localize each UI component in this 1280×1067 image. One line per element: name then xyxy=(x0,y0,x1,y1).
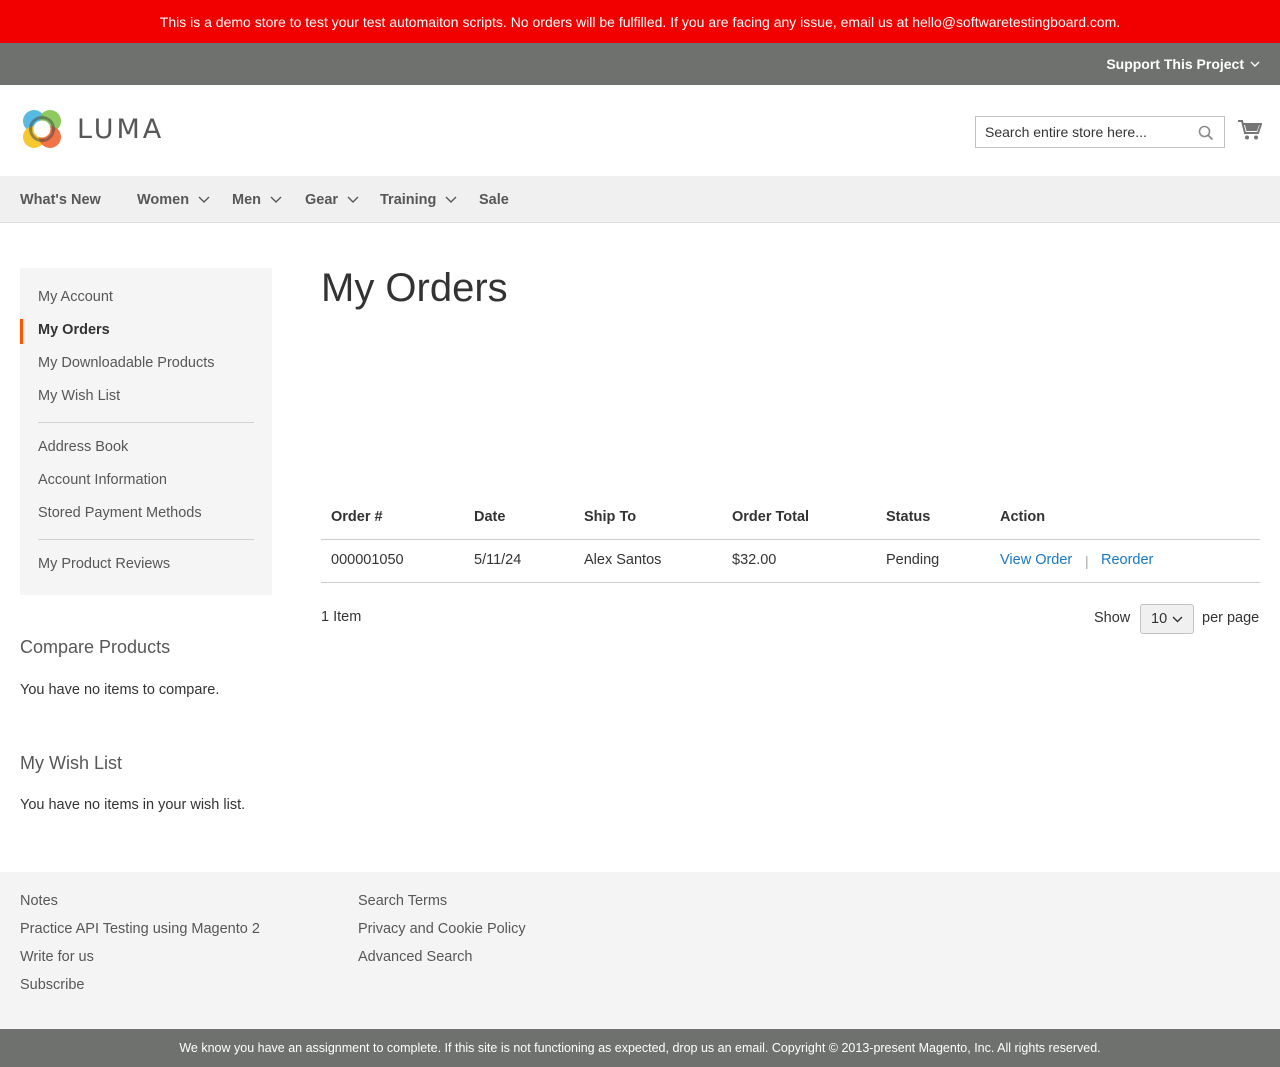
chevron-down-icon xyxy=(1250,61,1260,67)
column-header-order-total: Order Total xyxy=(732,509,810,525)
sidebar-item-product-reviews[interactable]: My Product Reviews xyxy=(38,556,170,572)
chevron-down-icon xyxy=(347,196,359,203)
toolbar-amount: 1 Item xyxy=(321,609,362,625)
sidebar-item-address-book[interactable]: Address Book xyxy=(38,439,128,455)
sidebar-item-my-account[interactable]: My Account xyxy=(38,289,113,305)
chevron-down-icon xyxy=(445,196,457,203)
footer: Notes Practice API Testing using Magento… xyxy=(0,872,1280,1029)
nav-item-label: Women xyxy=(137,191,190,208)
column-header-status: Status xyxy=(886,509,931,525)
search-icon[interactable] xyxy=(1198,125,1214,141)
footer-link-advanced-search[interactable]: Advanced Search xyxy=(358,949,472,965)
nav-item-label: Men xyxy=(232,191,261,208)
compare-empty-text: You have no items to compare. xyxy=(20,682,220,698)
logo-icon xyxy=(23,110,61,148)
action-separator: | xyxy=(1085,553,1089,569)
per-page-value: 10 xyxy=(1151,611,1168,627)
per-page-select[interactable]: 10 xyxy=(1140,604,1194,634)
cell-order-total: $32.00 xyxy=(732,552,777,568)
chevron-down-icon xyxy=(198,196,210,203)
sidebar-item-account-information[interactable]: Account Information xyxy=(38,472,167,488)
nav-item-label: What's New xyxy=(20,191,101,208)
footer-link-notes[interactable]: Notes xyxy=(20,893,58,909)
column-header-order: Order # xyxy=(331,509,383,525)
logo-text: LUMA xyxy=(77,113,165,145)
table-header-divider xyxy=(321,539,1260,540)
account-sidebar: My Account My Orders My Downloadable Pro… xyxy=(20,268,272,595)
wishlist-title: My Wish List xyxy=(20,753,123,773)
wishlist-empty-text: You have no items in your wish list. xyxy=(20,797,246,813)
sidebar-item-stored-payment-methods[interactable]: Stored Payment Methods xyxy=(38,505,202,521)
demo-banner: This is a demo store to test your test a… xyxy=(0,0,1280,43)
sidebar-item-wish-list[interactable]: My Wish List xyxy=(38,388,120,404)
nav-gear[interactable]: Gear xyxy=(305,176,359,223)
luma-logo[interactable]: LUMA xyxy=(20,106,164,152)
nav-training[interactable]: Training xyxy=(380,176,457,223)
view-order-link[interactable]: View Order xyxy=(1000,552,1072,568)
sidebar-divider xyxy=(38,422,254,423)
cell-status: Pending xyxy=(886,552,940,568)
main-nav: What's New Women Men Gear Training Sale xyxy=(0,176,1280,223)
sidebar-item-downloadable-products[interactable]: My Downloadable Products xyxy=(38,355,215,371)
sidebar-divider xyxy=(38,539,254,540)
table-row-divider xyxy=(321,582,1260,583)
chevron-down-icon xyxy=(270,196,282,203)
nav-item-label: Gear xyxy=(305,191,339,208)
footer-link-api-testing[interactable]: Practice API Testing using Magento 2 xyxy=(20,921,260,937)
search-box xyxy=(975,116,1225,148)
footer-link-subscribe[interactable]: Subscribe xyxy=(20,977,84,993)
footer-link-privacy-policy[interactable]: Privacy and Cookie Policy xyxy=(358,921,526,937)
reorder-link[interactable]: Reorder xyxy=(1101,552,1153,568)
nav-sale[interactable]: Sale xyxy=(479,176,509,223)
compare-products-title: Compare Products xyxy=(20,637,171,657)
chevron-down-icon xyxy=(1172,616,1183,623)
nav-men[interactable]: Men xyxy=(232,176,282,223)
active-indicator xyxy=(20,319,23,344)
footer-link-search-terms[interactable]: Search Terms xyxy=(358,893,447,909)
support-project-link[interactable]: Support This Project xyxy=(1106,43,1260,85)
nav-item-label: Sale xyxy=(479,191,509,208)
header: LUMA xyxy=(0,85,1280,176)
cart-icon[interactable] xyxy=(1238,119,1262,141)
limiter-show-label: Show xyxy=(1094,610,1131,626)
nav-whats-new[interactable]: What's New xyxy=(20,176,101,223)
column-header-date: Date xyxy=(474,509,506,525)
footer-link-write-for-us[interactable]: Write for us xyxy=(20,949,94,965)
cell-order-number: 000001050 xyxy=(331,552,404,568)
limiter-per-page-label: per page xyxy=(1202,610,1260,626)
column-header-ship-to: Ship To xyxy=(584,509,637,525)
page-title: My Orders xyxy=(321,266,508,310)
nav-item-label: Training xyxy=(380,191,437,208)
support-bar: Support This Project xyxy=(0,43,1280,85)
support-link-label: Support This Project xyxy=(1106,56,1244,72)
column-header-action: Action xyxy=(1000,509,1046,525)
sidebar-item-my-orders: My Orders xyxy=(38,322,110,338)
nav-women[interactable]: Women xyxy=(137,176,210,223)
search-input[interactable] xyxy=(976,117,1186,147)
copyright-bar: We know you have an assignment to comple… xyxy=(0,1029,1280,1067)
cell-date: 5/11/24 xyxy=(474,552,522,568)
cell-ship-to: Alex Santos xyxy=(584,552,662,568)
